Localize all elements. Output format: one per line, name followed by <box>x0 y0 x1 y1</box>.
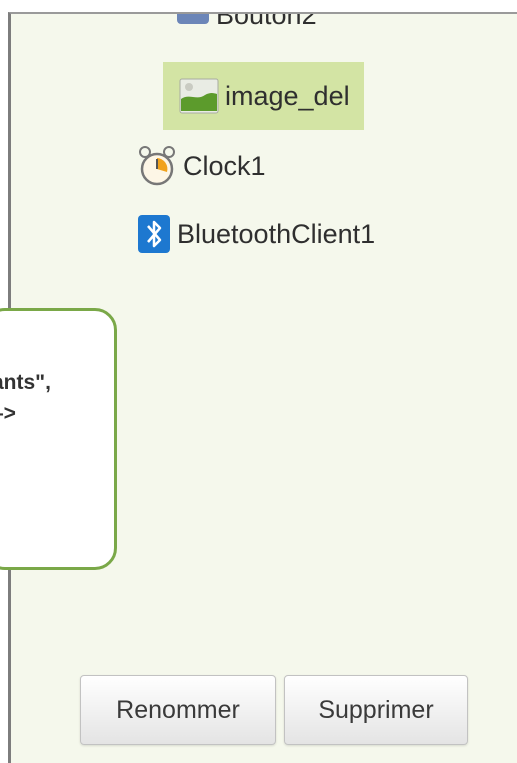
callout-line-1: ants", <box>0 371 51 394</box>
tree-item-bluetoothclient1[interactable]: BluetoothClient1 <box>137 204 375 264</box>
clock-icon <box>139 146 175 186</box>
tree-item-label: image_del <box>225 80 350 111</box>
callout-text: ants", –> <box>0 367 51 429</box>
delete-button[interactable]: Supprimer <box>284 675 468 745</box>
tree-item-bouton2[interactable]: Bouton2 <box>176 14 317 36</box>
tree-item-image-del[interactable]: image_del <box>163 62 364 130</box>
tree-item-label: BluetoothClient1 <box>177 218 376 249</box>
components-panel: Bouton2 image_del Clock1 BluetoothClient… <box>0 12 517 763</box>
tutorial-callout: ants", –> <box>0 308 117 570</box>
bluetooth-icon <box>138 215 170 253</box>
callout-line-2: –> <box>0 402 16 425</box>
tree-item-label: Clock1 <box>183 150 266 181</box>
tree-item-clock1[interactable]: Clock1 <box>137 136 266 196</box>
rename-button[interactable]: Renommer <box>80 675 276 745</box>
image-icon <box>179 78 219 114</box>
tree-item-label: Bouton2 <box>216 14 317 30</box>
button-icon <box>177 14 209 24</box>
